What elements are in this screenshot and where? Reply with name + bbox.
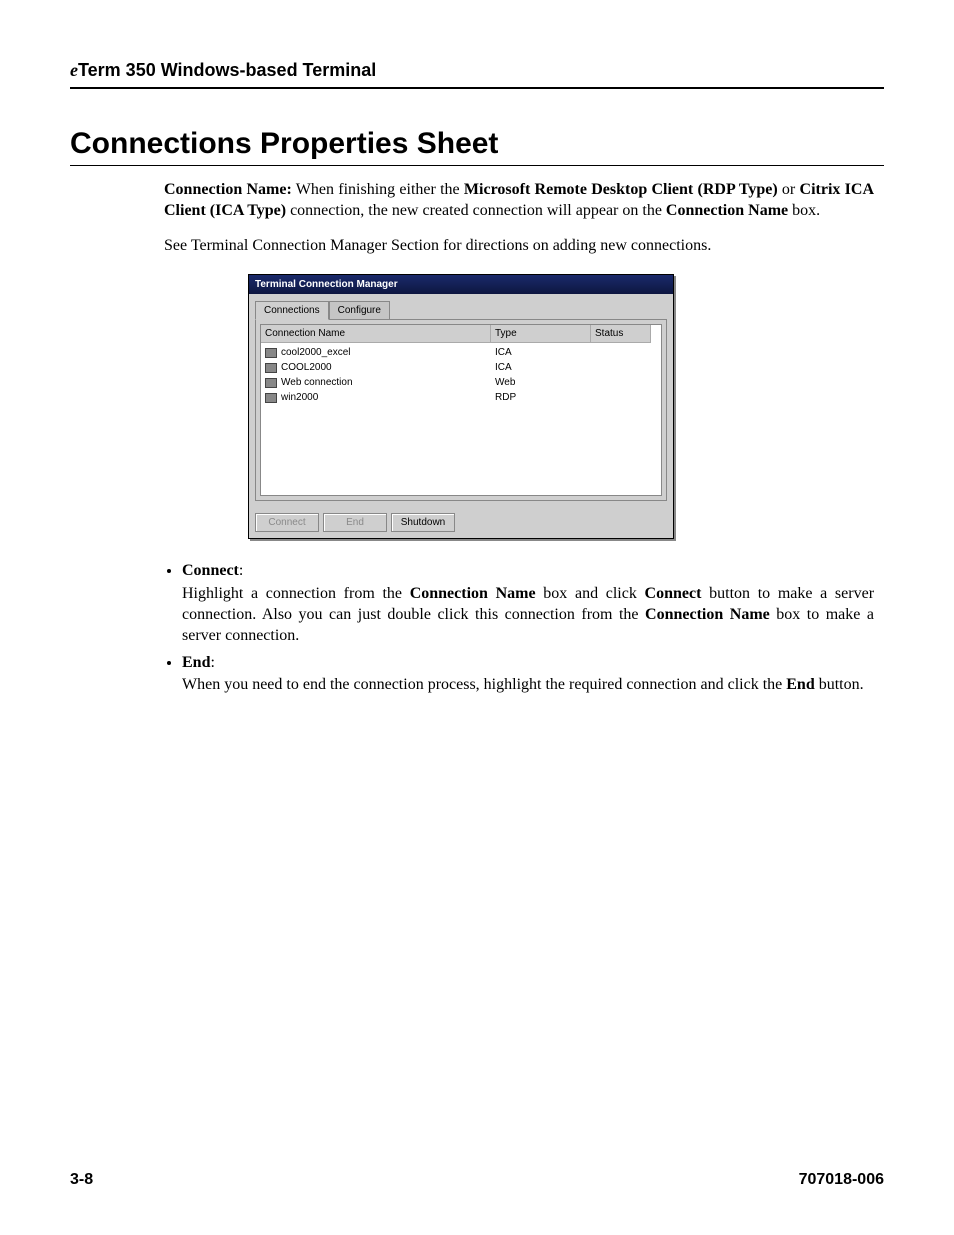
see-ref-paragraph: See Terminal Connection Manager Section … bbox=[164, 236, 874, 257]
intro-paragraph: Connection Name: When finishing either t… bbox=[164, 180, 874, 222]
list-header: Connection Name Type Status bbox=[261, 325, 661, 343]
tab-strip: ConnectionsConfigure bbox=[249, 294, 673, 319]
connection-icon bbox=[265, 363, 277, 373]
bullet-connect: Connect: Highlight a connection from the… bbox=[182, 561, 874, 646]
connection-icon bbox=[265, 393, 277, 403]
list-item[interactable]: COOL2000 ICA bbox=[261, 360, 661, 375]
col-connection-name[interactable]: Connection Name bbox=[261, 325, 491, 343]
page-footer: 3-8 707018-006 bbox=[70, 1171, 884, 1189]
tab-connections[interactable]: Connections bbox=[255, 301, 329, 320]
bullet-list: Connect: Highlight a connection from the… bbox=[164, 561, 874, 696]
list-item[interactable]: win2000 RDP bbox=[261, 390, 661, 405]
running-header: eTerm 350 Windows-based Terminal bbox=[70, 60, 884, 89]
body-text: Connection Name: When finishing either t… bbox=[164, 180, 874, 696]
tab-configure[interactable]: Configure bbox=[329, 301, 390, 319]
col-type[interactable]: Type bbox=[491, 325, 591, 343]
connect-button[interactable]: Connect bbox=[255, 513, 319, 532]
col-status[interactable]: Status bbox=[591, 325, 651, 343]
dialog-titlebar: Terminal Connection Manager bbox=[249, 275, 673, 294]
shutdown-button[interactable]: Shutdown bbox=[391, 513, 455, 532]
header-prefix: e bbox=[70, 60, 78, 80]
dialog-button-row: Connect End Shutdown bbox=[249, 507, 673, 538]
end-button[interactable]: End bbox=[323, 513, 387, 532]
terminal-connection-manager-dialog: Terminal Connection Manager ConnectionsC… bbox=[248, 274, 674, 539]
connection-icon bbox=[265, 378, 277, 388]
list-item[interactable]: Web connection Web bbox=[261, 375, 661, 390]
screenshot-figure: Terminal Connection Manager ConnectionsC… bbox=[248, 274, 874, 539]
conn-name-label: Connection Name: bbox=[164, 181, 292, 198]
doc-number: 707018-006 bbox=[799, 1171, 884, 1189]
page-number: 3-8 bbox=[70, 1171, 93, 1189]
connections-listbox[interactable]: Connection Name Type Status cool2000_exc… bbox=[260, 324, 662, 496]
header-rest: Term 350 Windows-based Terminal bbox=[78, 60, 376, 80]
bullet-end: End: When you need to end the connection… bbox=[182, 653, 874, 697]
list-body: cool2000_excel ICA COOL2000 ICA Web conn… bbox=[261, 343, 661, 495]
list-item[interactable]: cool2000_excel ICA bbox=[261, 345, 661, 360]
section-title: Connections Properties Sheet bbox=[70, 127, 884, 166]
connection-icon bbox=[265, 348, 277, 358]
tab-panel: Connection Name Type Status cool2000_exc… bbox=[255, 319, 667, 501]
